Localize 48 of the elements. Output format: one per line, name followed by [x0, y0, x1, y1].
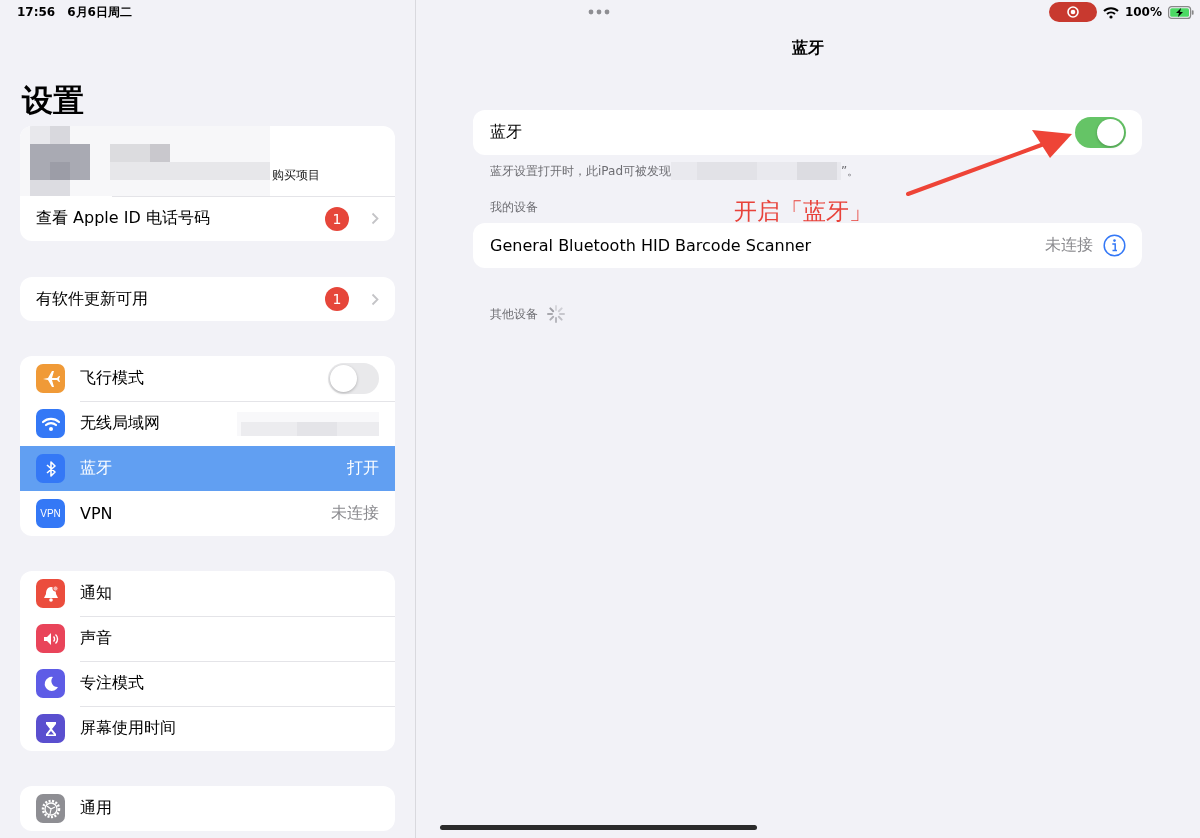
status-time: 17:56	[17, 5, 56, 19]
item-label: 蓝牙	[80, 458, 113, 479]
apple-id-row[interactable]: 查看 Apple ID 电话号码 1	[20, 196, 395, 241]
settings-item[interactable]: 通知	[20, 571, 395, 616]
device-row[interactable]: General Bluetooth HID Barcode Scanner 未连接	[473, 223, 1142, 268]
page-title: 蓝牙	[791, 38, 825, 59]
account-card[interactable]: 购买项目 查看 Apple ID 电话号码 1	[20, 126, 395, 241]
chevron-icon	[371, 212, 379, 225]
settings-item[interactable]: 声音	[20, 616, 395, 661]
device-name: General Bluetooth HID Barcode Scanner	[490, 236, 813, 255]
bluetooth-label: 蓝牙	[490, 122, 523, 143]
item-label: 通知	[80, 583, 113, 604]
footer-text: ”。	[841, 162, 860, 180]
vpn-icon: VPN	[36, 499, 65, 528]
notification-badge: 1	[325, 287, 349, 311]
item-label: 飞行模式	[80, 368, 145, 389]
settings-item[interactable]: 屏幕使用时间	[20, 706, 395, 751]
wifi-icon	[1102, 5, 1119, 19]
account-subtitle: 购买项目	[272, 167, 320, 184]
screen-recording-icon[interactable]	[1048, 2, 1097, 22]
sidebar-title: 设置	[22, 81, 85, 120]
toggle-switch[interactable]	[1075, 117, 1126, 148]
settings-item[interactable]: VPN VPN 未连接	[20, 491, 395, 536]
item-value: 未连接	[331, 503, 379, 524]
item-label: 声音	[80, 628, 113, 649]
settings-item[interactable]: 飞行模式	[20, 356, 395, 401]
item-label: 专注模式	[80, 673, 145, 694]
item-label: VPN	[80, 504, 114, 523]
multitasking-dots-icon[interactable]	[588, 9, 610, 15]
chevron-icon	[371, 292, 379, 306]
item-label: 无线局域网	[80, 413, 161, 434]
item-label: 通用	[80, 798, 113, 819]
settings-item[interactable]: 无线局域网	[20, 401, 395, 446]
footer-text: 蓝牙设置打开时，此iPad可被发现	[490, 162, 671, 180]
section-header: 我的设备	[490, 200, 538, 214]
software-update-row[interactable]: 有软件更新可用 1	[20, 277, 395, 321]
battery-percentage: 100%	[1124, 5, 1162, 19]
settings-item[interactable]: 专注模式	[20, 661, 395, 706]
settings-item[interactable]: 通用	[20, 786, 395, 831]
status-date: 6月6日周二	[67, 3, 132, 21]
section-header: 其他设备	[490, 305, 538, 323]
notification-badge: 1	[325, 206, 349, 231]
toggle-switch[interactable]	[328, 363, 379, 394]
device-status: 未连接	[1045, 235, 1093, 256]
info-icon[interactable]	[1103, 234, 1126, 257]
annotation-text: 开启「蓝牙」	[734, 197, 872, 226]
item-value: 打开	[347, 458, 379, 479]
item-label: 屏幕使用时间	[80, 718, 177, 739]
